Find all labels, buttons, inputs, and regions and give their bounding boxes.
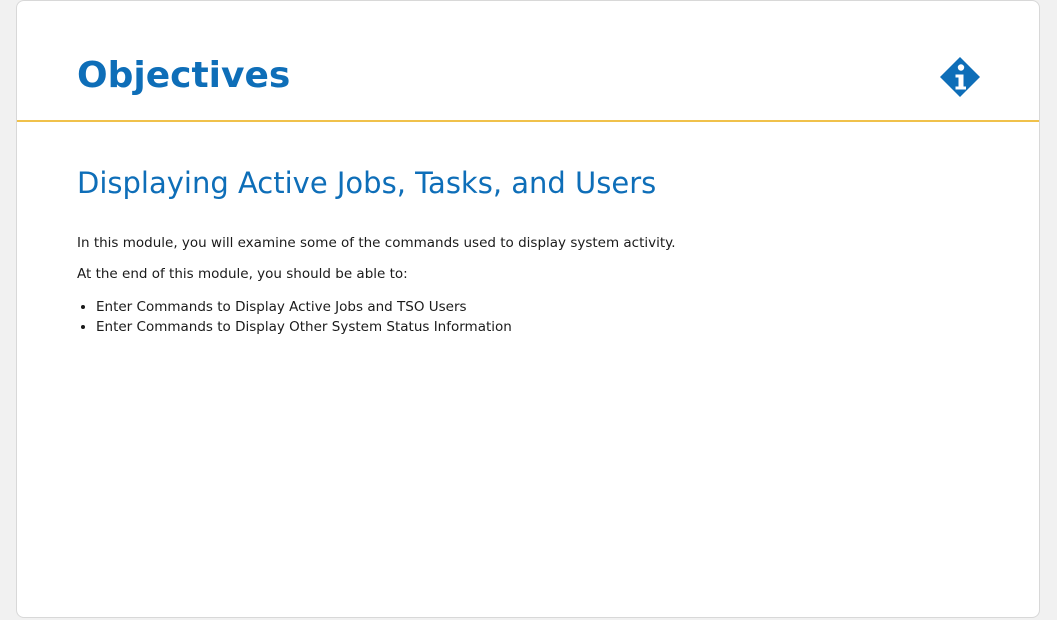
objectives-list: Enter Commands to Display Active Jobs an… xyxy=(77,297,512,337)
lead-text: At the end of this module, you should be… xyxy=(77,266,408,282)
list-item: Enter Commands to Display Other System S… xyxy=(96,317,512,337)
card-header: Objectives xyxy=(17,1,1039,122)
section-title: Displaying Active Jobs, Tasks, and Users xyxy=(77,166,657,200)
objectives-card: Objectives Displaying Active Jobs, Tasks… xyxy=(16,0,1040,618)
list-item: Enter Commands to Display Active Jobs an… xyxy=(96,297,512,317)
info-icon xyxy=(940,57,980,97)
page-title: Objectives xyxy=(77,55,291,96)
intro-text: In this module, you will examine some of… xyxy=(77,235,676,251)
